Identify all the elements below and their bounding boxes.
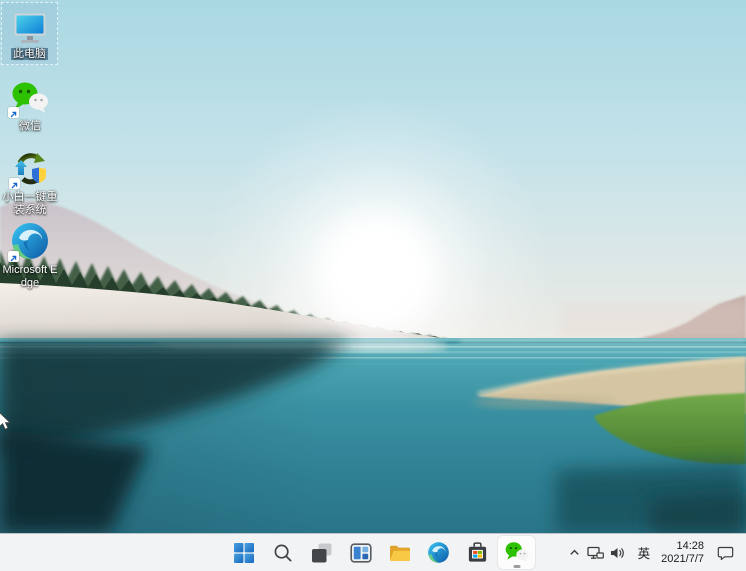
wechat-taskbar-button[interactable]: [498, 536, 535, 569]
file-explorer-button[interactable]: [381, 536, 418, 569]
file-explorer-icon: [388, 541, 412, 565]
task-view-button[interactable]: [303, 536, 340, 569]
desktop-icon-label: Microsoft Edge: [0, 264, 60, 290]
taskbar-center-group: [224, 534, 536, 571]
chevron-up-icon: [568, 546, 581, 559]
clock[interactable]: 14:28 2021/7/7: [661, 540, 704, 566]
ethernet-icon: [587, 545, 604, 561]
sun: [302, 197, 452, 347]
desktop-icon-this-pc[interactable]: 此电脑: [1, 2, 58, 65]
start-button[interactable]: [225, 536, 262, 569]
running-indicator: [513, 565, 520, 568]
desktop-icon-label: 小白一键重装系统: [0, 191, 60, 217]
notification-bubble-icon: [717, 545, 734, 561]
task-view-icon: [311, 542, 333, 564]
system-tray: 英 14:28 2021/7/7: [565, 534, 746, 571]
wechat-icon: [504, 541, 530, 565]
search-button[interactable]: [264, 536, 301, 569]
speaker-icon: [609, 545, 626, 561]
widgets-icon: [350, 542, 372, 564]
volume-button[interactable]: [607, 538, 629, 568]
widgets-button[interactable]: [342, 536, 379, 569]
input-language-indicator[interactable]: 英: [634, 538, 655, 568]
windows-start-icon: [233, 542, 255, 564]
desktop-icon-label: 此电脑: [11, 48, 48, 61]
desktop-icon-label: 微信: [19, 120, 41, 133]
shortcut-arrow-icon: [8, 251, 19, 262]
date: 2021/7/7: [661, 553, 704, 566]
notification-center-button[interactable]: [713, 538, 737, 568]
desktop-icon-xiaobai-reinstall[interactable]: 小白一键重装系统: [0, 148, 60, 217]
edge-icon: [427, 541, 450, 564]
hidden-icons-button[interactable]: [565, 538, 585, 568]
wallpaper: [0, 0, 746, 571]
this-pc-icon: [12, 13, 48, 45]
search-icon: [273, 543, 293, 563]
microsoft-store-button[interactable]: [459, 536, 496, 569]
desktop-icon-edge[interactable]: Microsoft Edge: [0, 221, 60, 290]
shortcut-arrow-icon: [8, 107, 19, 118]
network-button[interactable]: [585, 538, 607, 568]
time: 14:28: [661, 540, 704, 553]
desktop[interactable]: 此电脑 微信: [0, 0, 746, 571]
edge-button[interactable]: [420, 536, 457, 569]
mouse-cursor: [0, 411, 12, 431]
shortcut-arrow-icon: [9, 178, 20, 189]
desktop-icon-wechat[interactable]: 微信: [0, 77, 60, 133]
microsoft-store-icon: [466, 541, 489, 564]
taskbar: 英 14:28 2021/7/7: [0, 533, 746, 571]
